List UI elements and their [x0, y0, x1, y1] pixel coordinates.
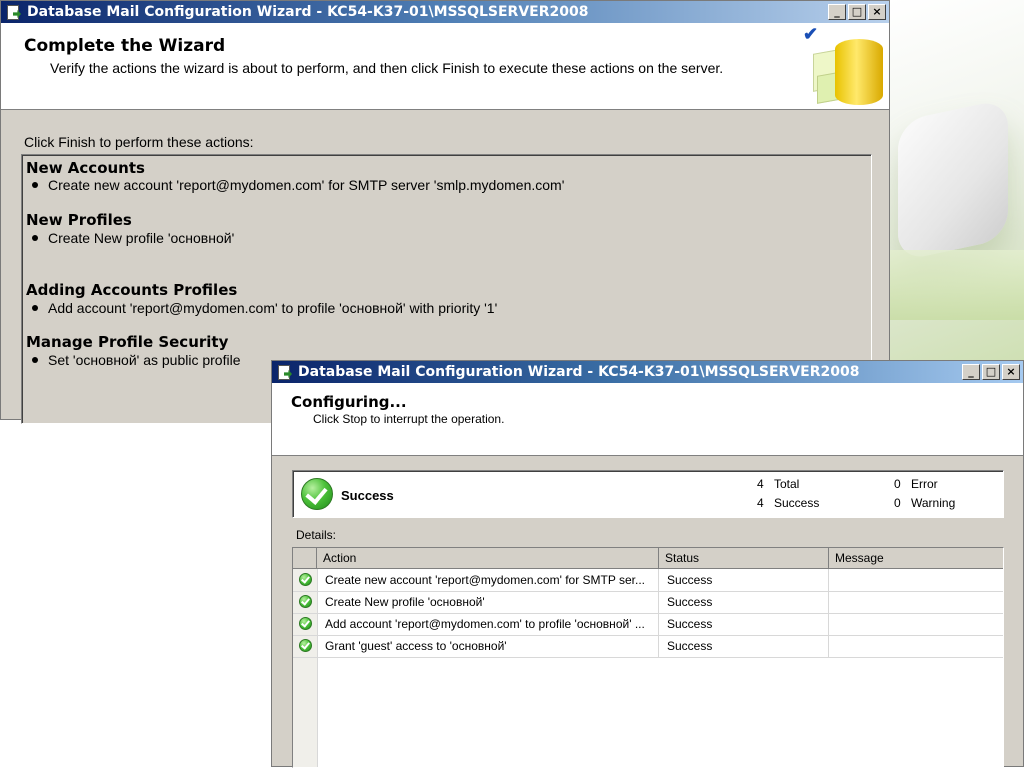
bullet-icon: [32, 305, 38, 312]
status-label: Success: [341, 488, 394, 503]
message-cell: [829, 635, 1003, 657]
window-titlebar[interactable]: Database Mail Configuration Wizard - KC5…: [1, 1, 889, 23]
bullet-icon: [32, 182, 38, 189]
complete-wizard-window: Database Mail Configuration Wizard - KC5…: [0, 0, 890, 424]
background-shape: [898, 98, 1008, 262]
section-title: New Accounts: [26, 159, 145, 177]
window-controls: _ □ ×: [962, 364, 1020, 380]
bullet-icon: [32, 357, 38, 364]
section-item: Create New profile 'основной': [32, 230, 234, 246]
success-check-icon: [299, 639, 312, 652]
status-cell: Success: [659, 569, 829, 591]
warning-label: Warning: [911, 496, 956, 510]
page-subtitle: Click Stop to interrupt the operation.: [313, 412, 505, 426]
details-table[interactable]: Action Status Message Create new account…: [292, 547, 1004, 768]
table-row[interactable]: Grant 'guest' access to 'основной' Succe…: [293, 635, 1003, 658]
maximize-button[interactable]: □: [848, 4, 866, 20]
action-cell: Create New profile 'основной': [317, 591, 659, 613]
window-titlebar[interactable]: Database Mail Configuration Wizard - KC5…: [272, 361, 1023, 383]
minimize-button[interactable]: _: [962, 364, 980, 380]
table-row[interactable]: Create new account 'report@mydomen.com' …: [293, 569, 1003, 592]
message-cell: [829, 613, 1003, 635]
total-count: 4: [757, 477, 764, 491]
section-item: Add account 'report@mydomen.com' to prof…: [32, 300, 497, 316]
status-cell: Success: [659, 591, 829, 613]
wizard-header: Configuring... Click Stop to interrupt t…: [272, 383, 1023, 456]
page-title: Complete the Wizard: [24, 36, 226, 56]
app-icon: [276, 364, 292, 380]
actions-lead-text: Click Finish to perform these actions:: [24, 134, 254, 150]
bullet-icon: [32, 235, 38, 242]
section-item: Set 'основной' as public profile: [32, 352, 241, 368]
success-label: Success: [774, 496, 820, 510]
close-button[interactable]: ×: [1002, 364, 1020, 380]
wizard-database-icon: ✔: [803, 23, 889, 109]
action-cell: Add account 'report@mydomen.com' to prof…: [317, 613, 659, 635]
action-cell: Create new account 'report@mydomen.com' …: [317, 569, 659, 591]
success-check-icon: [299, 617, 312, 630]
window-title: Database Mail Configuration Wizard - KC5…: [27, 4, 589, 20]
window-title: Database Mail Configuration Wizard - KC5…: [298, 364, 860, 380]
success-check-icon: [299, 573, 312, 586]
section-title: New Profiles: [26, 211, 132, 229]
page-title: Configuring...: [291, 393, 407, 411]
status-cell: Success: [659, 635, 829, 657]
warning-count: 0: [894, 496, 901, 510]
background-decoration: [888, 0, 1024, 360]
total-label: Total: [774, 477, 800, 491]
table-row[interactable]: Add account 'report@mydomen.com' to prof…: [293, 613, 1003, 636]
window-controls: _ □ ×: [828, 4, 886, 20]
minimize-button[interactable]: _: [828, 4, 846, 20]
column-header-status[interactable]: Status: [659, 548, 829, 569]
message-cell: [829, 569, 1003, 591]
page-subtitle: Verify the actions the wizard is about t…: [50, 60, 724, 76]
section-title: Adding Accounts Profiles: [26, 281, 238, 299]
success-check-icon: [301, 478, 333, 510]
close-button[interactable]: ×: [868, 4, 886, 20]
error-label: Error: [911, 477, 938, 491]
configuring-window: Database Mail Configuration Wizard - KC5…: [271, 360, 1024, 768]
error-count: 0: [894, 477, 901, 491]
section-title: Manage Profile Security: [26, 333, 229, 351]
column-header-action[interactable]: Action: [317, 548, 659, 569]
action-cell: Grant 'guest' access to 'основной': [317, 635, 659, 657]
app-icon: [5, 4, 21, 20]
column-header-icon[interactable]: [293, 548, 317, 569]
status-summary-panel: Success 4 Total 4 Success 0 Error 0 Warn…: [292, 470, 1004, 518]
wizard-header: Complete the Wizard Verify the actions t…: [1, 23, 889, 110]
success-check-icon: [299, 595, 312, 608]
column-header-message[interactable]: Message: [829, 548, 1003, 569]
section-item: Create new account 'report@mydomen.com' …: [32, 177, 564, 193]
status-cell: Success: [659, 613, 829, 635]
checkmark-icon: ✔: [803, 24, 819, 44]
maximize-button[interactable]: □: [982, 364, 1000, 380]
success-count: 4: [757, 496, 764, 510]
details-label: Details:: [296, 528, 337, 542]
table-row[interactable]: Create New profile 'основной' Success: [293, 591, 1003, 614]
background-band: [888, 250, 1024, 320]
message-cell: [829, 591, 1003, 613]
